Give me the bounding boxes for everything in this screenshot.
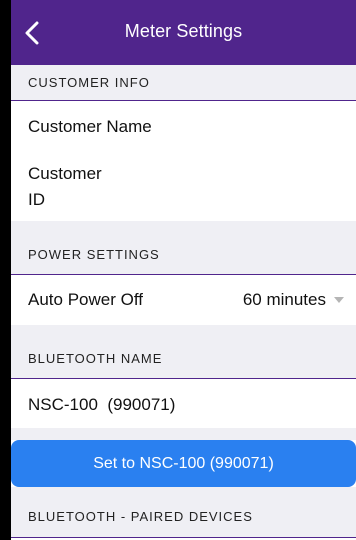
auto-power-off-label: Auto Power Off [28,290,143,309]
customer-name-label: Customer Name [28,117,152,136]
customer-id-row[interactable]: Customer ID [11,151,356,221]
bluetooth-name-row: NSC-100 (990071) [11,379,356,428]
set-bluetooth-name-button[interactable]: Set to NSC-100 (990071) [11,440,356,487]
customer-name-row[interactable]: Customer Name [11,101,356,151]
bluetooth-name-value: NSC-100 (990071) [28,395,176,414]
page-title: Meter Settings [124,21,243,41]
navigation-bar: Meter Settings [11,0,356,65]
section-header-bluetooth-name: BLUETOOTH NAME [11,325,356,378]
auto-power-off-row[interactable]: Auto Power Off 60 minutes [11,275,356,325]
section-label: CUSTOMER INFO [28,75,150,90]
button-spacer [11,428,356,440]
section-header-paired-devices: BLUETOOTH - PAIRED DEVICES [11,487,356,537]
customer-id-label-line1: Customer [28,164,102,183]
section-divider [11,537,356,538]
device-frame-edge [0,0,11,540]
section-label: POWER SETTINGS [28,247,160,262]
section-label: BLUETOOTH NAME [28,351,163,366]
section-header-power-settings: POWER SETTINGS [11,221,356,274]
section-header-customer-info: CUSTOMER INFO [11,65,356,100]
dropdown-arrow-icon[interactable] [334,297,344,303]
meter-settings-screen: Meter Settings CUSTOMER INFO Customer Na… [0,0,356,540]
auto-power-off-value[interactable]: 60 minutes [243,290,326,310]
customer-id-label-line2: ID [28,190,45,209]
section-label: BLUETOOTH - PAIRED DEVICES [28,509,253,524]
